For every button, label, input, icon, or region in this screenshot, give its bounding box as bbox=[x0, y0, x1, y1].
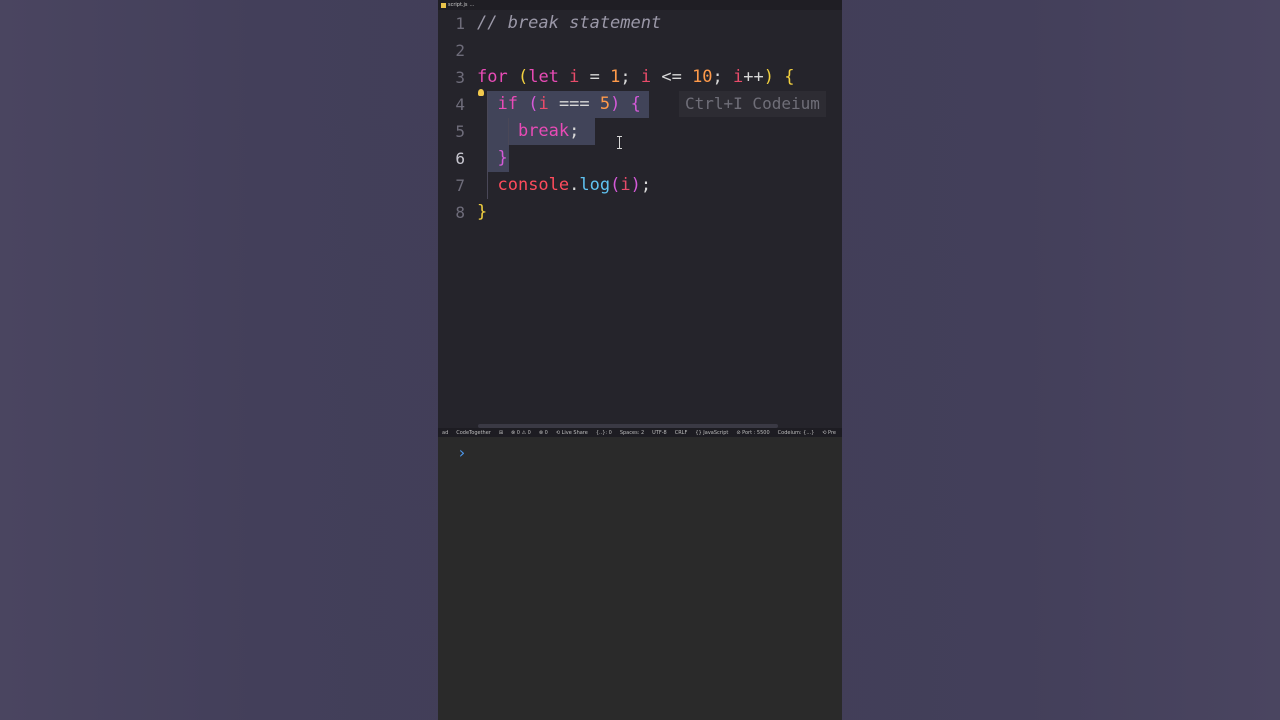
status-item[interactable]: Codeium: {...} bbox=[774, 430, 819, 436]
code-token: ; bbox=[712, 67, 734, 87]
lightbulb-icon[interactable] bbox=[478, 89, 484, 96]
status-item[interactable]: {..}: 0 bbox=[592, 430, 616, 436]
code-token: ) bbox=[630, 175, 641, 195]
code-line[interactable]: 3 for (let i = 1; i <= 10; i++) { bbox=[438, 64, 842, 91]
code-text: break; bbox=[477, 118, 579, 145]
code-token: break bbox=[517, 121, 570, 141]
line-number: 1 bbox=[455, 14, 465, 33]
code-token: 5 bbox=[599, 94, 611, 114]
status-item[interactable]: {} JavaScript bbox=[691, 430, 732, 436]
code-token: i bbox=[733, 67, 744, 87]
line-number: 6 bbox=[455, 149, 465, 168]
status-item[interactable]: CRLF bbox=[671, 430, 692, 436]
status-item[interactable]: ⟲ Pre bbox=[818, 430, 840, 436]
editor-tab[interactable]: script.js ... bbox=[438, 0, 842, 10]
code-line[interactable]: 2 bbox=[438, 37, 842, 64]
code-token: ) { bbox=[763, 67, 795, 87]
status-bar: ad CodeTogether ⊞ ⊗ 0 ⚠ 0 ⊗ 0 ⟲ Live Share {..… bbox=[438, 428, 842, 437]
code-text: if (i === 5) { bbox=[477, 91, 641, 118]
code-token: ( bbox=[610, 175, 621, 195]
terminal-panel[interactable]: › bbox=[438, 437, 842, 720]
line-number: 7 bbox=[455, 176, 465, 195]
javascript-file-icon bbox=[441, 2, 446, 8]
code-token: ) { bbox=[610, 94, 641, 114]
code-token: ( bbox=[517, 67, 529, 87]
code-line[interactable]: 5 break; bbox=[438, 118, 842, 145]
code-line[interactable]: 8} bbox=[438, 199, 842, 226]
codeium-inline-hint: Ctrl+I Codeium bbox=[679, 91, 826, 117]
code-token: } bbox=[497, 148, 508, 168]
line-number: 3 bbox=[455, 68, 465, 87]
status-item[interactable]: ⊘ Port : 5500 bbox=[732, 430, 773, 436]
code-token: 10 bbox=[692, 67, 713, 87]
tab-filename: script.js bbox=[448, 2, 468, 8]
code-token: ; bbox=[569, 121, 580, 141]
code-text: for (let i = 1; i <= 10; i++) { bbox=[477, 64, 794, 91]
status-item[interactable]: ⊗ 0 ⚠ 0 bbox=[507, 430, 535, 436]
code-token: log bbox=[579, 175, 611, 195]
code-token: ( bbox=[528, 94, 539, 114]
code-token: ++ bbox=[743, 67, 764, 87]
status-item[interactable]: Spaces: 2 bbox=[616, 430, 648, 436]
code-token: i bbox=[640, 67, 662, 87]
line-number: 5 bbox=[455, 122, 465, 141]
code-text: } bbox=[477, 145, 508, 172]
code-editor[interactable]: 1// break statement 2 3 for (let i = 1; i <… bbox=[438, 10, 842, 428]
code-token: i bbox=[569, 67, 590, 87]
tab-extra: ... bbox=[469, 2, 475, 8]
status-item[interactable]: ⟲ Live Share bbox=[552, 430, 592, 436]
code-token: === bbox=[558, 94, 600, 114]
code-token: let bbox=[528, 67, 570, 87]
terminal-prompt: › bbox=[457, 443, 467, 462]
status-item[interactable]: ⊗ 0 bbox=[535, 430, 552, 436]
code-token: // break statement bbox=[477, 13, 662, 33]
code-text: } bbox=[477, 199, 487, 226]
code-token: . bbox=[569, 175, 580, 195]
text-cursor-icon bbox=[617, 136, 622, 149]
code-line[interactable]: 7 console.log(i); bbox=[438, 172, 842, 199]
code-token: i bbox=[620, 175, 631, 195]
code-token: ; bbox=[640, 175, 652, 195]
code-token: } bbox=[477, 202, 488, 222]
code-line[interactable]: 1 // break statement bbox=[438, 10, 842, 37]
status-item[interactable]: CodeTogether bbox=[452, 430, 495, 436]
status-item[interactable]: ⊞ bbox=[495, 430, 507, 436]
code-token: console bbox=[497, 175, 570, 195]
code-line[interactable]: 6 } bbox=[438, 145, 842, 172]
code-token: if bbox=[497, 94, 529, 114]
code-token: ; bbox=[620, 67, 641, 87]
line-number: 4 bbox=[455, 95, 465, 114]
code-token: for bbox=[477, 67, 518, 87]
code-token: 1 bbox=[610, 67, 621, 87]
code-token: i bbox=[538, 94, 559, 114]
code-token: = bbox=[589, 67, 611, 87]
code-token: <= bbox=[661, 67, 693, 87]
code-text: // break statement bbox=[477, 10, 661, 37]
code-text: console.log(i); bbox=[477, 172, 651, 199]
editor-window: script.js ... 1 // break statement 2 3 for (… bbox=[438, 0, 842, 720]
line-number: 8 bbox=[455, 203, 465, 222]
status-item[interactable]: UTF-8 bbox=[648, 430, 671, 436]
status-item[interactable]: ad bbox=[438, 430, 452, 436]
line-number: 2 bbox=[455, 41, 465, 60]
